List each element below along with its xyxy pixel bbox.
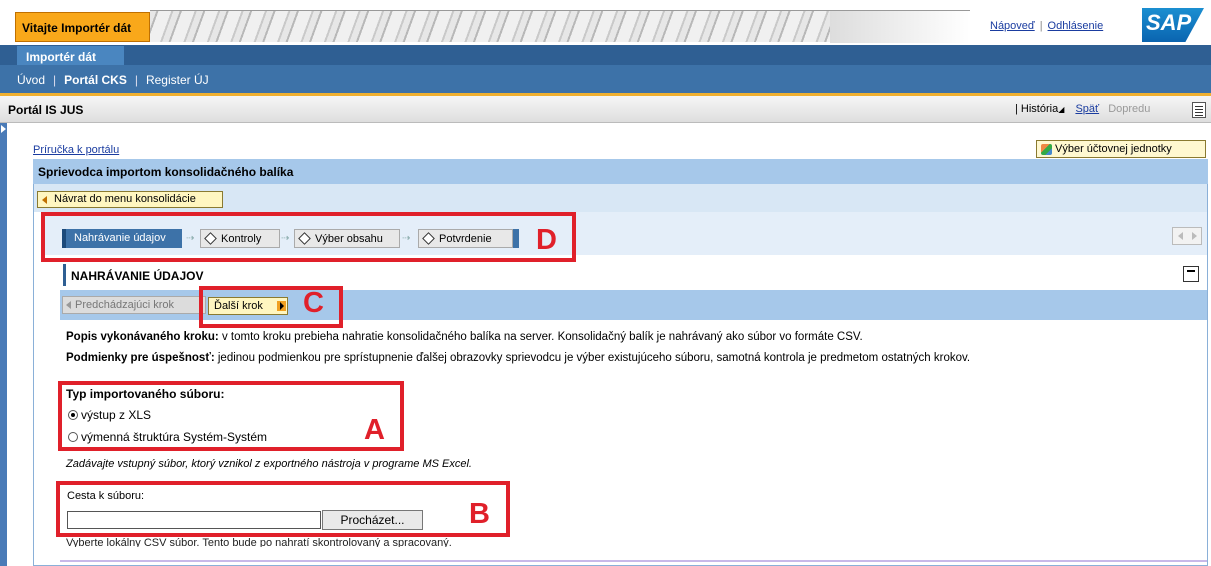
annotation-label-a: A [364, 414, 385, 446]
cond-label: Podmienky pre úspešnosť: [66, 352, 215, 364]
file-path-hint: Vyberte lokálny CSV súbor. Tento bude po… [66, 537, 452, 547]
bottom-divider [60, 560, 1207, 562]
file-type-hint: Zadávajte vstupný súbor, ktorý vznikol z… [66, 458, 472, 470]
history-dropdown[interactable]: História [1021, 103, 1058, 115]
return-label: Návrat do menu konsolidácie [54, 193, 196, 205]
annotation-label-d: D [536, 224, 557, 256]
portal-title: Portál IS JUS [8, 103, 84, 117]
top-links: Nápoveď | Odhlásenie [990, 20, 1104, 32]
annotation-box-a [58, 381, 404, 451]
prev-label: Predchádzajúci krok [75, 299, 175, 311]
annotation-box-d [41, 212, 576, 262]
select-unit-button[interactable]: Výber účtovnej jednotky [1036, 140, 1206, 158]
step-description: Popis vykonávaného kroku: v tomto kroku … [66, 331, 863, 343]
portal-bar: Portál IS JUS | História◢ Späť Dopredu [0, 96, 1211, 123]
nav-links: Úvod | Portál CKS | Register ÚJ [0, 65, 1211, 93]
tab-importer[interactable]: Importér dát [17, 46, 124, 66]
expand-arrow-icon [1, 125, 6, 133]
return-to-menu-button[interactable]: Návrat do menu konsolidácie [37, 191, 223, 208]
section-title: NAHRÁVANIE ÚDAJOV [63, 264, 1207, 286]
nav-link-portal-cks[interactable]: Portál CKS [64, 73, 127, 87]
nav-tab-row [0, 45, 1211, 65]
forward-link[interactable]: Dopredu [1108, 103, 1150, 115]
unit-icon [1041, 144, 1052, 155]
annotation-label-b: B [469, 498, 490, 530]
help-link[interactable]: Nápoveď [990, 20, 1035, 32]
nav-link-register[interactable]: Register ÚJ [146, 73, 209, 87]
top-banner: Vitajte Importér dát Nápoveď | Odhlásenie … [0, 0, 1211, 45]
back-arrow-icon [42, 196, 47, 204]
panel-border [1207, 159, 1208, 566]
success-conditions: Podmienky pre úspešnosť: jedinou podmien… [66, 352, 970, 364]
back-link[interactable]: Späť [1075, 103, 1099, 115]
page-menu-icon[interactable] [1192, 102, 1206, 118]
annotation-box-b [56, 481, 510, 537]
cond-text: jedinou podmienkou pre sprístupnenie ďal… [217, 352, 971, 364]
collapse-icon[interactable] [1183, 266, 1199, 282]
pager-left-icon [1178, 232, 1183, 240]
banner-graphic [150, 10, 970, 43]
steps-pager[interactable] [1172, 227, 1202, 245]
sap-logo: SAP [1142, 8, 1204, 42]
app-title: Vitajte Importér dát [15, 12, 150, 42]
wizard-title: Sprievodca importom konsolidačného balík… [33, 159, 1208, 184]
select-unit-label: Výber účtovnej jednotky [1055, 143, 1172, 155]
portal-guide-link[interactable]: Príručka k portálu [33, 144, 119, 156]
nav-link-uvod[interactable]: Úvod [17, 73, 45, 87]
annotation-label-c: C [303, 287, 324, 319]
navigation-panel-toggle[interactable] [0, 123, 7, 566]
desc-label: Popis vykonávaného kroku: [66, 331, 219, 343]
logout-link[interactable]: Odhlásenie [1048, 20, 1104, 32]
pager-right-icon [1192, 232, 1197, 240]
desc-text: v tomto kroku prebieha nahratie konsolid… [221, 331, 863, 343]
prev-arrow-icon [66, 301, 71, 309]
history-nav: | História◢ Späť Dopredu [1015, 103, 1151, 115]
previous-step-button[interactable]: Predchádzajúci krok [62, 296, 206, 314]
